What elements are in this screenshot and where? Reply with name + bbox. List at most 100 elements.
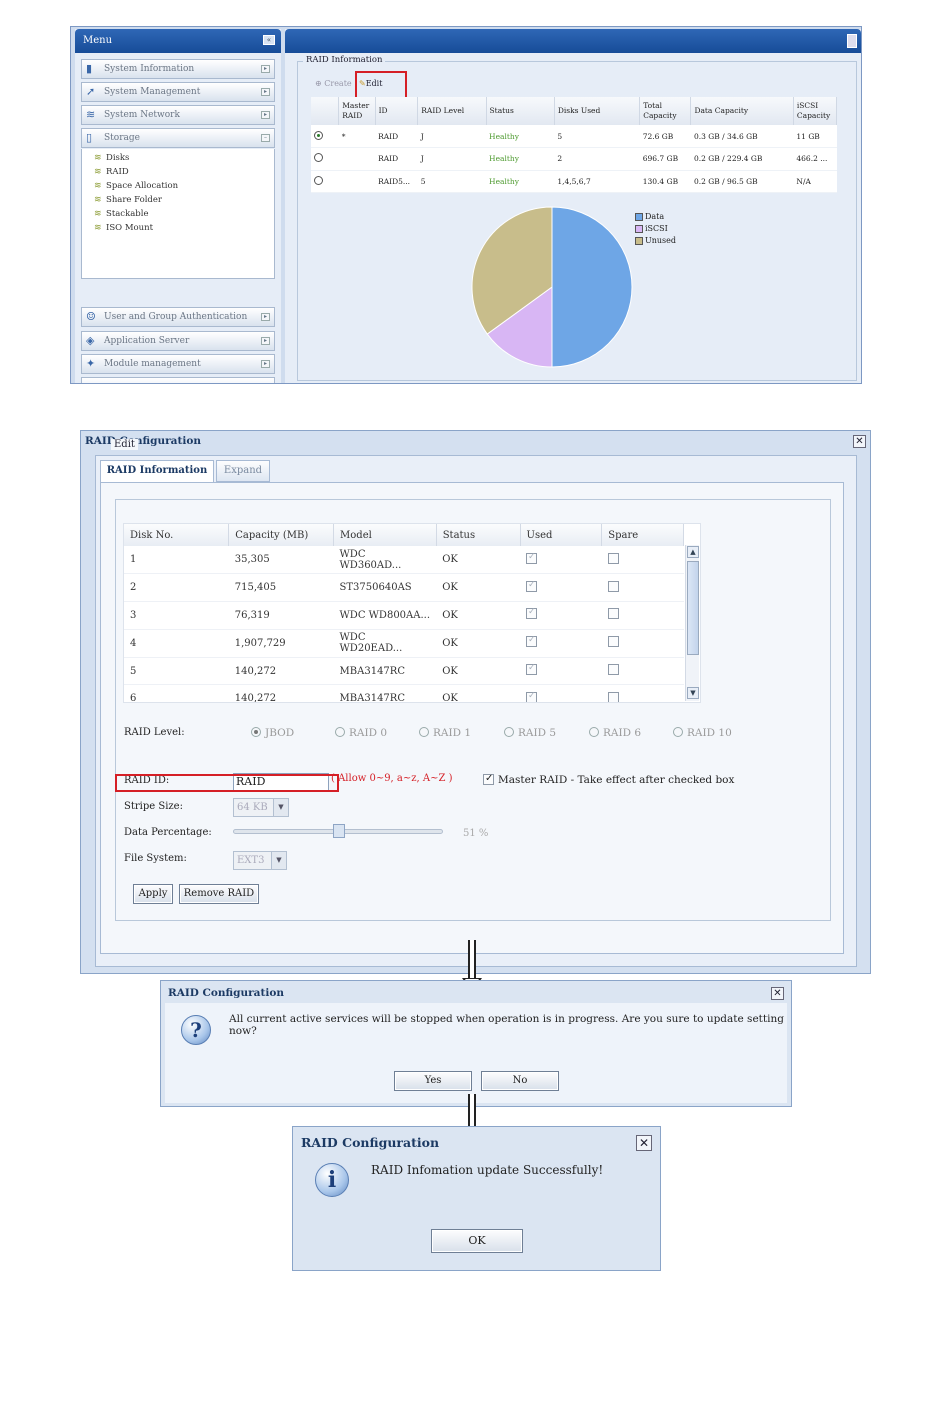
apply-button[interactable]: Apply xyxy=(133,884,173,904)
menu-item-system-network[interactable]: ≋ System Network ▸ xyxy=(81,105,275,125)
expand-icon[interactable]: ▸ xyxy=(261,88,270,96)
spare-checkbox[interactable] xyxy=(607,552,619,564)
menu-item-partial[interactable] xyxy=(81,377,275,383)
table-row[interactable]: RAID J Healthy 2 696.7 GB 0.2 GB / 229.4… xyxy=(311,147,837,171)
close-icon[interactable]: ✕ xyxy=(853,435,866,448)
submenu-disks[interactable]: ≋ Disks xyxy=(94,153,129,163)
table-row[interactable]: 4 1,907,729 WDC WD20EAD... OK xyxy=(124,629,684,658)
used-checkbox[interactable] xyxy=(526,607,538,620)
menu-item-system-information[interactable]: ▮ System Information ▸ xyxy=(81,59,275,79)
expand-icon[interactable]: ▸ xyxy=(261,360,270,368)
submenu-raid[interactable]: ≋ RAID xyxy=(94,167,129,177)
slider-thumb[interactable] xyxy=(333,824,345,838)
col-total-capacity[interactable]: Total Capacity xyxy=(639,97,692,125)
radio-icon[interactable] xyxy=(589,727,599,737)
col-disks-used[interactable]: Disks Used xyxy=(554,97,641,125)
tab-expand[interactable]: Expand xyxy=(216,460,270,482)
row-radio[interactable] xyxy=(314,175,323,185)
disk-model: WDC WD800AA... xyxy=(333,601,437,630)
col-status[interactable]: Status xyxy=(436,524,521,546)
radio-raid0[interactable]: RAID 0 xyxy=(335,727,387,739)
row-radio[interactable] xyxy=(314,153,323,163)
col-iscsi-capacity[interactable]: iSCSI Capacity xyxy=(793,97,838,125)
scroll-up-icon[interactable]: ▲ xyxy=(687,546,699,558)
col-capacity[interactable]: Capacity (MB) xyxy=(228,524,335,546)
menu-item-application-server[interactable]: ◈ Application Server ▸ xyxy=(81,331,275,351)
table-row[interactable]: * RAID J Healthy 5 72.6 GB 0.3 GB / 34.6… xyxy=(311,125,837,148)
spare-checkbox[interactable] xyxy=(607,580,619,592)
expand-icon[interactable]: ▸ xyxy=(261,313,270,321)
row-radio[interactable] xyxy=(314,130,323,140)
used-checkbox[interactable] xyxy=(526,552,538,564)
radio-raid6[interactable]: RAID 6 xyxy=(589,727,641,739)
disk-table-scrollbar[interactable]: ▲ ▼ xyxy=(685,545,699,701)
col-spare[interactable]: Spare xyxy=(601,524,684,546)
scrollbar-thumb[interactable] xyxy=(687,561,699,655)
menu-item-label: System Information xyxy=(104,64,195,74)
raid-information-legend: RAID Information xyxy=(303,55,386,65)
yes-button[interactable]: Yes xyxy=(394,1071,472,1091)
col-model[interactable]: Model xyxy=(333,524,437,546)
table-row[interactable]: 6 140,272 MBA3147RC OK xyxy=(124,684,684,702)
col-raid-level[interactable]: RAID Level xyxy=(417,97,487,125)
col-master-raid[interactable]: Master RAID xyxy=(338,97,376,125)
remove-raid-button[interactable]: Remove RAID xyxy=(179,884,259,904)
menu-item-module-management[interactable]: ✦ Module management ▸ xyxy=(81,354,275,374)
radio-icon[interactable] xyxy=(673,727,683,737)
collapse-icon[interactable]: « xyxy=(263,35,275,45)
submenu-space-allocation[interactable]: ≋ Space Allocation xyxy=(94,181,178,191)
radio-icon[interactable] xyxy=(419,727,429,737)
spare-checkbox[interactable] xyxy=(607,608,619,620)
collapse-section-icon[interactable]: – xyxy=(261,134,270,142)
file-system-select[interactable]: EXT3 ▼ xyxy=(233,851,287,870)
table-row[interactable]: RAID5... 5 Healthy 1,4,5,6,7 130.4 GB 0.… xyxy=(311,170,837,193)
submenu-share-folder[interactable]: ≋ Share Folder xyxy=(94,195,162,205)
expand-icon[interactable]: ▸ xyxy=(261,337,270,345)
tab-raid-information[interactable]: RAID Information xyxy=(100,460,214,482)
radio-raid10[interactable]: RAID 10 xyxy=(673,727,732,739)
used-checkbox[interactable] xyxy=(526,663,538,676)
master-raid-option[interactable]: Master RAID - Take effect after checked … xyxy=(483,773,734,786)
col-status[interactable]: Status xyxy=(486,97,555,125)
no-button[interactable]: No xyxy=(481,1071,559,1091)
menu-item-storage[interactable]: ▯ Storage – xyxy=(81,128,275,148)
disk-model: WDC WD20EAD... xyxy=(333,629,437,658)
table-row[interactable]: 3 76,319 WDC WD800AA... OK xyxy=(124,601,684,630)
radio-icon[interactable] xyxy=(504,727,514,737)
radio-icon[interactable] xyxy=(335,727,345,737)
submenu-stackable[interactable]: ≋ Stackable xyxy=(94,209,148,219)
col-used[interactable]: Used xyxy=(520,524,603,546)
scroll-down-icon[interactable]: ▼ xyxy=(687,687,699,699)
used-checkbox[interactable] xyxy=(526,635,538,648)
submenu-iso-mount[interactable]: ≋ ISO Mount xyxy=(94,223,153,233)
close-icon[interactable]: ✕ xyxy=(636,1135,652,1151)
ok-button[interactable]: OK xyxy=(431,1229,523,1253)
master-raid-checkbox[interactable] xyxy=(483,773,494,785)
side-menu: Menu « ▮ System Information ▸ ➚ System M… xyxy=(75,29,281,383)
stripe-size-select[interactable]: 64 KB ▼ xyxy=(233,798,289,817)
menu-item-system-management[interactable]: ➚ System Management ▸ xyxy=(81,82,275,102)
spare-checkbox[interactable] xyxy=(607,691,619,702)
table-row[interactable]: 2 715,405 ST3750640AS OK xyxy=(124,573,684,603)
radio-raid1[interactable]: RAID 1 xyxy=(419,727,471,739)
create-button[interactable]: ⊕ Create xyxy=(315,77,352,91)
radio-icon[interactable] xyxy=(251,727,261,737)
col-data-capacity[interactable]: Data Capacity xyxy=(690,97,794,125)
used-checkbox[interactable] xyxy=(526,580,538,592)
used-checkbox[interactable] xyxy=(526,691,538,702)
chevron-down-icon[interactable]: ▼ xyxy=(273,799,288,816)
close-icon[interactable]: ✕ xyxy=(771,987,784,1000)
radio-raid5[interactable]: RAID 5 xyxy=(504,727,556,739)
expand-icon[interactable]: ▸ xyxy=(261,65,270,73)
spare-checkbox[interactable] xyxy=(607,636,619,648)
spare-checkbox[interactable] xyxy=(607,664,619,676)
menu-item-user-group-auth[interactable]: ☺ User and Group Authentication ▸ xyxy=(81,307,275,327)
expand-icon[interactable]: ▸ xyxy=(261,111,270,119)
table-row[interactable]: 5 140,272 MBA3147RC OK xyxy=(124,657,684,686)
col-disk-no[interactable]: Disk No. xyxy=(124,524,230,546)
col-id[interactable]: ID xyxy=(375,97,419,125)
chevron-down-icon[interactable]: ▼ xyxy=(271,852,286,869)
radio-jbod[interactable]: JBOD xyxy=(251,727,294,739)
disk-no: 3 xyxy=(124,601,229,630)
table-row[interactable]: 1 35,305 WDC WD360AD... OK xyxy=(124,546,684,575)
